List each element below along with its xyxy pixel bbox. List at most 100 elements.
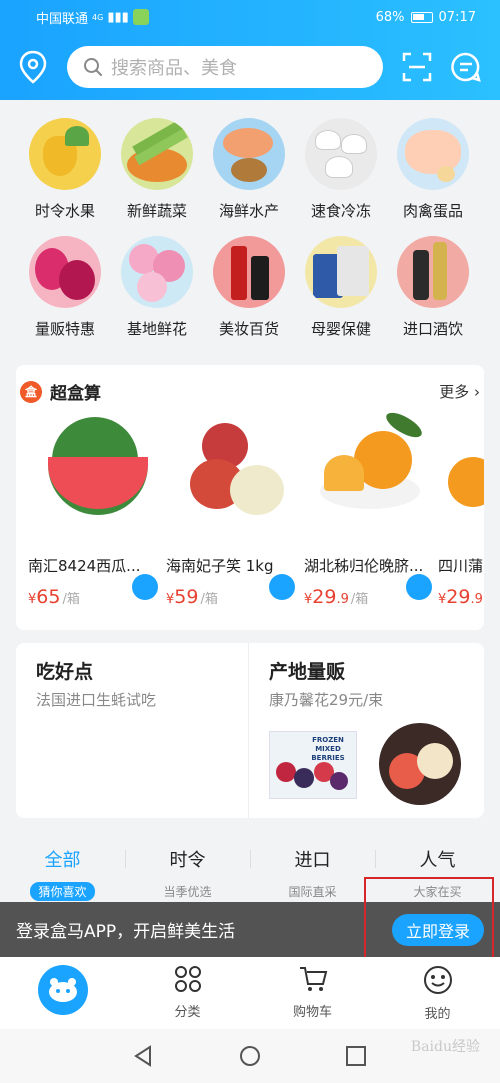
promo-right-title: 产地量贩 bbox=[269, 661, 346, 683]
tab-subtitle: 猜你喜欢 bbox=[30, 882, 95, 901]
category-beauty[interactable]: 美妆百货 bbox=[203, 236, 295, 339]
superbox-card: 盒 超盒算 更多 › 南汇8424西瓜... ¥ 65 /箱 海南妃子笑 1kg… bbox=[16, 365, 484, 630]
category-fruit[interactable]: 时令水果 bbox=[19, 118, 111, 221]
tab-all[interactable]: 全部 猜你喜欢 bbox=[0, 846, 125, 901]
category-label: 美妆百货 bbox=[218, 320, 279, 338]
tab-title: 进口 bbox=[294, 850, 331, 871]
superbox-title: 超盒算 bbox=[50, 384, 101, 404]
seafood-icon bbox=[213, 118, 285, 190]
category-meat[interactable]: 肉禽蛋品 bbox=[387, 118, 479, 221]
promo-right-subtitle: 康乃馨花29元/束 bbox=[269, 691, 384, 709]
meat-icon bbox=[397, 118, 469, 190]
product-price: ¥ 29 .9 / bbox=[438, 586, 484, 608]
message-icon[interactable] bbox=[450, 51, 482, 83]
category-label: 新鲜蔬菜 bbox=[126, 202, 187, 220]
battery-percent: 68% bbox=[375, 9, 405, 25]
superbox-more-link[interactable]: 更多 › bbox=[439, 381, 480, 402]
back-icon[interactable] bbox=[132, 1045, 154, 1067]
dumpling-icon bbox=[305, 118, 377, 190]
flower-icon bbox=[121, 236, 193, 308]
tab-separator bbox=[250, 850, 251, 868]
promo-left-title: 吃好点 bbox=[36, 661, 94, 683]
price-unit: /箱 bbox=[350, 592, 369, 607]
category-label: 进口酒饮 bbox=[402, 320, 463, 338]
superbox-header: 盒 超盒算 bbox=[20, 379, 101, 404]
category-label: 母婴保健 bbox=[310, 320, 371, 338]
baby-formula-icon bbox=[305, 236, 377, 308]
fruit-icon bbox=[29, 118, 101, 190]
product-name: 海南妃子笑 1kg bbox=[166, 557, 274, 575]
category-imported-drinks[interactable]: 进口酒饮 bbox=[387, 236, 479, 339]
recents-icon[interactable] bbox=[345, 1045, 367, 1067]
superbox-logo-icon: 盒 bbox=[20, 380, 42, 403]
promo-left-subtitle: 法国进口生蚝试吃 bbox=[36, 691, 157, 709]
hippo-home-icon bbox=[37, 965, 88, 1015]
currency: ¥ bbox=[304, 592, 313, 607]
orange-image bbox=[314, 408, 434, 537]
category-flowers[interactable]: 基地鲜花 bbox=[111, 236, 203, 339]
nav-home[interactable] bbox=[0, 965, 125, 1015]
tab-title: 时令 bbox=[169, 850, 206, 871]
price-value: 29 bbox=[312, 586, 337, 608]
tangerine-image bbox=[438, 417, 484, 537]
wine-bottle-icon bbox=[397, 236, 469, 308]
category-icon bbox=[174, 966, 201, 992]
nav-label: 我的 bbox=[424, 1007, 451, 1022]
clock: 07:17 bbox=[438, 9, 476, 25]
tab-title: 人气 bbox=[419, 850, 456, 871]
tab-separator bbox=[375, 850, 376, 868]
category-label: 速食冷冻 bbox=[310, 202, 371, 220]
apple-image bbox=[379, 723, 461, 805]
scan-icon[interactable] bbox=[402, 52, 432, 82]
tab-separator bbox=[125, 850, 126, 868]
category-label: 量贩特惠 bbox=[34, 320, 95, 338]
tab-seasonal[interactable]: 时令 当季优选 bbox=[125, 846, 250, 901]
price-value: 65 bbox=[36, 586, 61, 608]
chevron-right-icon: › bbox=[474, 383, 480, 401]
product-name: 南汇8424西瓜... bbox=[28, 557, 141, 575]
login-banner-text: 登录盒马APP，开启鲜美生活 bbox=[16, 922, 236, 942]
price-unit: /箱 bbox=[200, 592, 218, 607]
frozen-berries-image: FROZEN MIXED BERRIES bbox=[269, 731, 357, 799]
category-vegetable[interactable]: 新鲜蔬菜 bbox=[111, 118, 203, 221]
price-value: 59 bbox=[174, 586, 199, 608]
location-pin-icon[interactable] bbox=[18, 50, 48, 84]
watermark-text: Baidu经验 bbox=[410, 1039, 480, 1055]
search-input[interactable]: 搜索商品、美食 bbox=[67, 46, 383, 88]
product-card[interactable]: 四川蒲 ¥ 29 .9 / bbox=[438, 417, 484, 608]
dragon-fruit-icon bbox=[29, 236, 101, 308]
nav-label: 分类 bbox=[174, 1005, 201, 1020]
bottom-nav: 分类 购物车 我的 bbox=[0, 957, 500, 1029]
home-icon[interactable] bbox=[239, 1045, 261, 1067]
smiley-profile-icon bbox=[423, 966, 452, 994]
nav-cart[interactable]: 购物车 bbox=[250, 965, 375, 1020]
network-label: 4G bbox=[92, 12, 104, 22]
tab-imported[interactable]: 进口 国际直采 bbox=[250, 846, 375, 901]
cart-icon bbox=[299, 967, 327, 991]
category-label: 时令水果 bbox=[34, 202, 95, 220]
product-name: 四川蒲 bbox=[438, 557, 484, 575]
add-to-cart-button[interactable] bbox=[406, 574, 432, 600]
promo-right[interactable]: 产地量贩 康乃馨花29元/束 FROZEN MIXED BERRIES bbox=[249, 643, 484, 818]
package-label: FROZEN MIXED BERRIES bbox=[311, 736, 345, 762]
nav-me[interactable]: 我的 bbox=[375, 965, 500, 1022]
signal-icon: ▮▮▮ bbox=[107, 9, 129, 25]
category-frozen[interactable]: 速食冷冻 bbox=[295, 118, 387, 221]
category-seafood[interactable]: 海鲜水产 bbox=[203, 118, 295, 221]
search-placeholder: 搜索商品、美食 bbox=[111, 58, 237, 79]
watermelon-image bbox=[38, 417, 158, 537]
category-bulk-deals[interactable]: 量贩特惠 bbox=[19, 236, 111, 339]
tab-subtitle: 国际直采 bbox=[288, 885, 337, 899]
nav-category[interactable]: 分类 bbox=[125, 965, 250, 1020]
add-to-cart-button[interactable] bbox=[269, 574, 295, 600]
category-label: 基地鲜花 bbox=[126, 320, 187, 338]
carrier-label: 中国联通 bbox=[36, 11, 89, 27]
app-notification-icon bbox=[132, 9, 149, 25]
category-maternal[interactable]: 母婴保健 bbox=[295, 236, 387, 339]
price-value: 29 bbox=[446, 586, 471, 608]
currency: ¥ bbox=[166, 592, 175, 607]
promo-card: 吃好点 法国进口生蚝试吃 产地量贩 康乃馨花29元/束 FROZEN MIXED… bbox=[16, 643, 484, 818]
promo-left[interactable]: 吃好点 法国进口生蚝试吃 bbox=[16, 643, 248, 818]
add-to-cart-button[interactable] bbox=[132, 574, 158, 600]
price-decimal: .9 bbox=[470, 592, 483, 607]
